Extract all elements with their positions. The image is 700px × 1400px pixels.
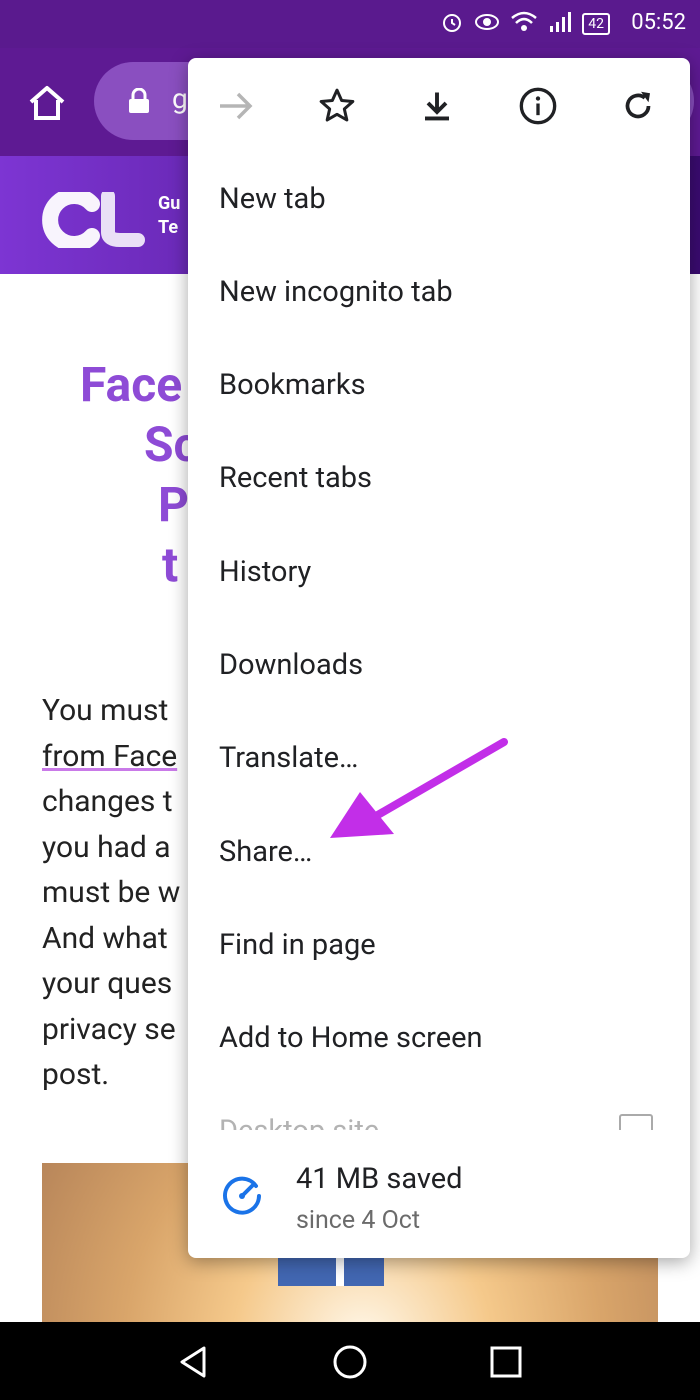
download-icon[interactable] [415,84,459,128]
menu-item-recent-tabs[interactable]: Recent tabs [219,461,372,495]
paragraph-line: must be w [42,875,181,910]
menu-item-history[interactable]: History [219,555,311,589]
data-saver-icon [220,1174,264,1218]
paragraph-line: your ques [42,966,173,1001]
brand-line-1: Gu [158,193,181,214]
menu-item-new-tab[interactable]: New tab [219,182,326,216]
star-icon[interactable] [315,84,359,128]
wifi-icon [510,10,538,38]
status-icons: 42 [440,10,610,38]
home-icon[interactable] [26,82,68,124]
eye-icon [474,10,500,38]
article-paragraph: You must from Face changes t you had a m… [42,688,212,1098]
url-text: g [172,82,188,115]
data-saved-amount: 41 MB saved [296,1162,463,1196]
article-link[interactable]: from Face [42,734,212,780]
status-bar: 42 05:52 [0,0,700,48]
menu-item-find-in-page[interactable]: Find in page [219,928,376,962]
menu-item-desktop-site[interactable]: Desktop site [219,1108,659,1130]
annotation-arrow-icon [320,730,520,854]
alarm-icon [440,10,464,38]
data-saved-since: since 4 Oct [296,1206,421,1235]
paragraph-line: You must [42,693,169,728]
clock: 05:52 [631,10,686,35]
desktop-site-label: Desktop site [219,1114,379,1130]
site-brand-text: Gu Te [158,192,180,240]
menu-item-share[interactable]: Share… [219,835,312,869]
overflow-menu: New tab New incognito tab Bookmarks Rece… [188,58,690,1258]
paragraph-line: privacy se [42,1011,176,1047]
menu-item-add-to-home-screen[interactable]: Add to Home screen [219,1021,482,1055]
paragraph-line: changes t [42,784,173,819]
back-icon[interactable] [176,1344,212,1384]
forward-icon[interactable] [214,84,258,128]
signal-icon [548,10,572,38]
menu-item-bookmarks[interactable]: Bookmarks [219,368,366,402]
battery-indicator: 42 [582,13,610,35]
paragraph-line: post. [42,1057,110,1092]
info-icon[interactable] [516,84,560,128]
navigation-bar [0,1322,700,1400]
menu-toolbar [188,58,690,152]
paragraph-line: And what [42,920,168,956]
data-saver-summary[interactable]: 41 MB saved since 4 Oct [188,1152,690,1258]
desktop-site-checkbox[interactable] [619,1114,653,1130]
site-logo[interactable] [42,188,146,252]
brand-line-2: Te [158,217,179,238]
recents-icon[interactable] [488,1344,524,1384]
paragraph-line: you had a [42,829,171,865]
lock-icon [128,87,150,114]
refresh-icon[interactable] [616,84,660,128]
menu-item-downloads[interactable]: Downloads [219,648,363,682]
home-nav-icon[interactable] [332,1344,368,1384]
menu-item-new-incognito-tab[interactable]: New incognito tab [219,275,453,309]
